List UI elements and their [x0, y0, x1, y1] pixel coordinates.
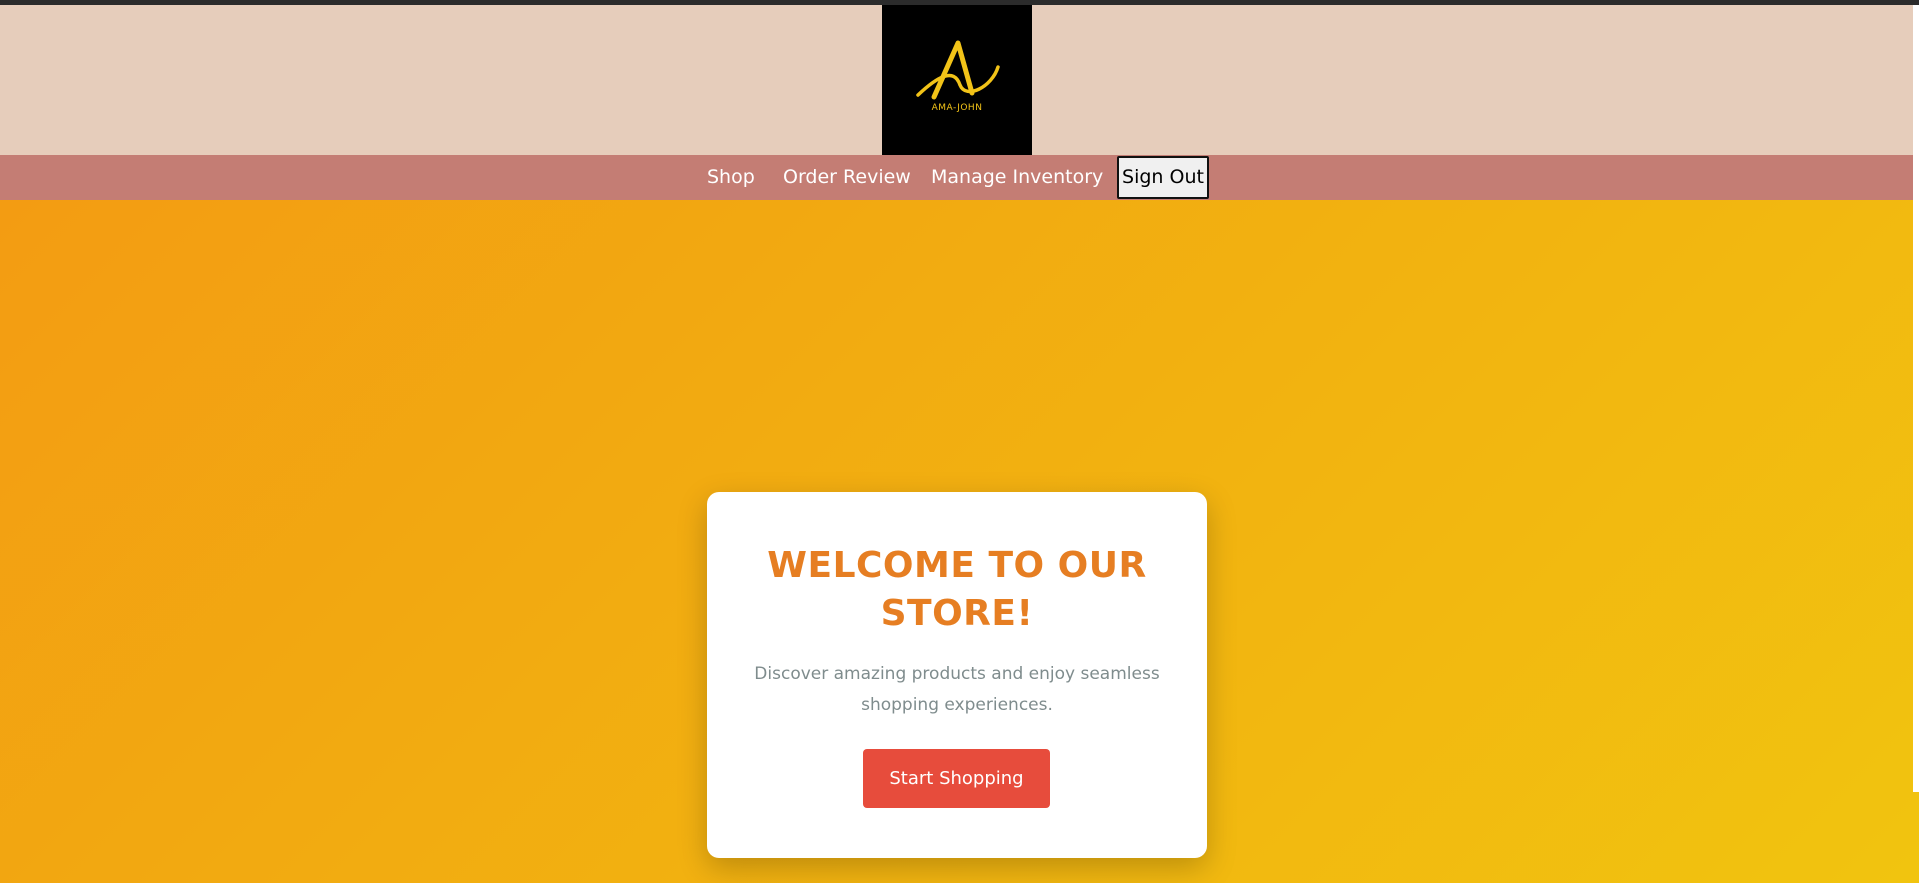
start-shopping-button[interactable]: Start Shopping — [863, 749, 1050, 808]
sign-out-button[interactable]: Sign Out — [1117, 156, 1209, 199]
main-nav: Shop Order Review Manage Inventory Sign … — [0, 155, 1919, 200]
page-scrollbar[interactable] — [1913, 5, 1919, 792]
welcome-card: WELCOME TO OUR STORE! Discover amazing p… — [707, 492, 1207, 858]
logo-a-icon — [916, 40, 1000, 100]
page: AMA-JOHN Shop Order Review Manage Invent… — [0, 0, 1919, 883]
welcome-title: WELCOME TO OUR STORE! — [767, 545, 1147, 634]
logo-text: AMA-JOHN — [931, 103, 983, 113]
welcome-description: Discover amazing products and enjoy seam… — [754, 664, 1160, 715]
nav-link-shop[interactable]: Shop — [707, 155, 755, 200]
nav-link-manage-inventory[interactable]: Manage Inventory — [931, 155, 1103, 200]
nav-link-order-review[interactable]: Order Review — [783, 155, 911, 200]
logo[interactable]: AMA-JOHN — [882, 5, 1032, 155]
hero-section: WELCOME TO OUR STORE! Discover amazing p… — [0, 200, 1919, 883]
site-header: AMA-JOHN — [0, 5, 1919, 155]
